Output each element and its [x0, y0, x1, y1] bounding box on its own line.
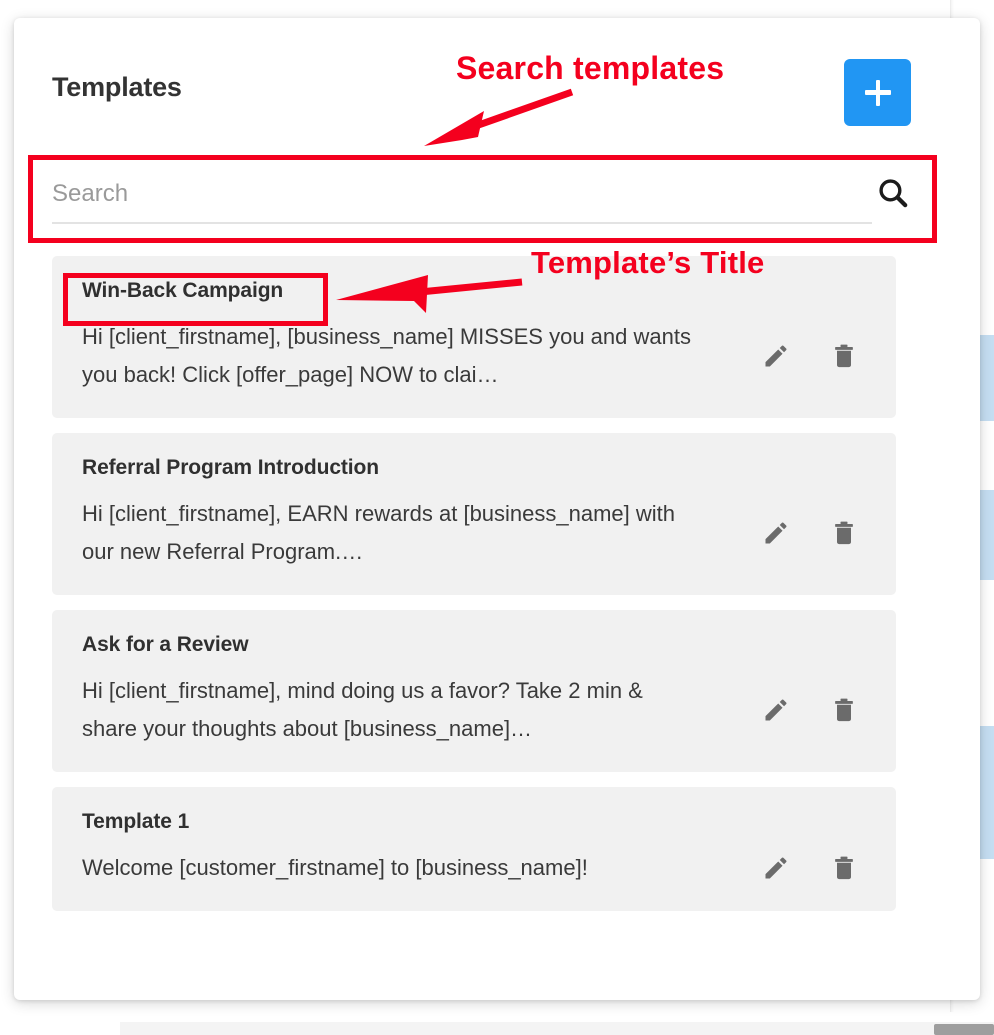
pencil-icon[interactable] — [762, 695, 790, 725]
template-card[interactable]: Referral Program Introduction Hi [client… — [52, 432, 896, 595]
pencil-icon[interactable] — [762, 518, 790, 548]
template-preview-text: Hi [client_firstname], [business_name] M… — [82, 324, 691, 388]
template-card-actions — [762, 853, 870, 883]
template-card-row: Welcome [customer_firstname] to [busines… — [82, 849, 870, 887]
plus-icon — [863, 78, 893, 108]
search-icon[interactable] — [876, 176, 910, 210]
template-card[interactable]: Win-Back Campaign Hi [client_firstname],… — [52, 256, 896, 418]
template-preview-text: Hi [client_firstname], EARN rewards at [… — [82, 501, 676, 564]
trash-icon[interactable] — [830, 853, 858, 883]
template-title: Ask for a Review — [82, 632, 249, 656]
trash-icon[interactable] — [830, 518, 858, 548]
trash-icon[interactable] — [830, 695, 858, 725]
pencil-icon[interactable] — [762, 853, 790, 883]
template-card-actions — [762, 341, 870, 371]
dialog-header: Templates — [14, 18, 980, 136]
template-card-row: Hi [client_firstname], [business_name] M… — [82, 318, 870, 394]
template-preview-text: Hi [client_firstname], mind doing us a f… — [82, 678, 643, 741]
template-card-actions — [762, 695, 870, 725]
page-title: Templates — [52, 72, 182, 102]
add-template-button[interactable] — [844, 59, 911, 126]
horizontal-scrollbar[interactable] — [934, 1024, 994, 1035]
search-bar — [52, 166, 932, 228]
page-background: Templates Win-Back Campaign Hi [client_f… — [0, 0, 994, 1035]
templates-dialog: Templates Win-Back Campaign Hi [client_f… — [14, 18, 980, 1000]
search-input[interactable] — [52, 166, 872, 224]
trash-icon[interactable] — [830, 341, 858, 371]
template-card-actions — [762, 518, 870, 548]
template-title: Referral Program Introduction — [82, 455, 379, 479]
template-title: Win-Back Campaign — [82, 279, 284, 302]
template-list: Win-Back Campaign Hi [client_firstname],… — [52, 256, 896, 926]
bottom-toolbar-strip — [120, 1022, 994, 1035]
template-card[interactable]: Ask for a Review Hi [client_firstname], … — [52, 609, 896, 772]
template-card[interactable]: Template 1 Welcome [customer_firstname] … — [52, 786, 896, 911]
template-card-row: Hi [client_firstname], mind doing us a f… — [82, 672, 870, 748]
pencil-icon[interactable] — [762, 341, 790, 371]
template-preview-text: Welcome [customer_firstname] to [busines… — [82, 854, 588, 880]
template-card-row: Hi [client_firstname], EARN rewards at [… — [82, 495, 870, 571]
template-title: Template 1 — [82, 809, 190, 833]
